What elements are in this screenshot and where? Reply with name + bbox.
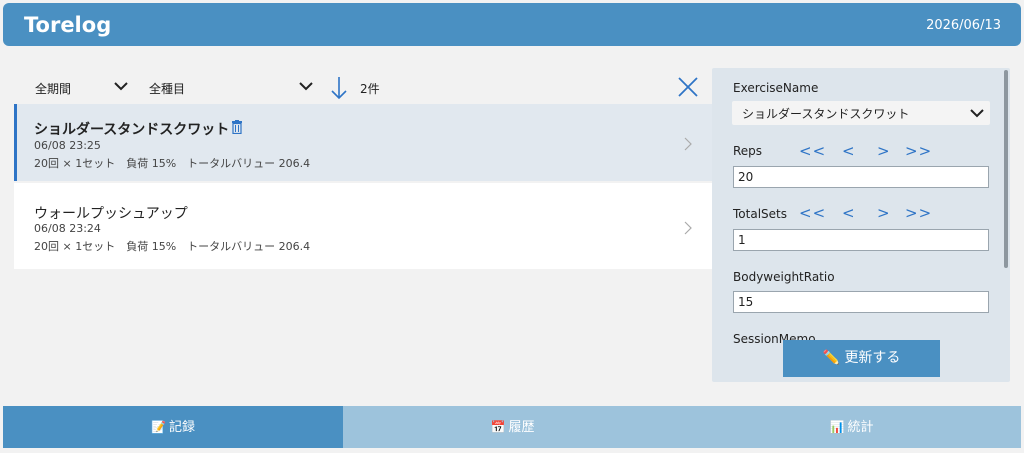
edit-panel: ExerciseName ショルダースタンドスクワット Reps << < > … bbox=[712, 68, 1010, 382]
app-header: Torelog 2026/06/13 bbox=[3, 3, 1021, 46]
record-detail: 20回 × 1セット 負荷 15% トータルバリュー 206.4 bbox=[34, 240, 311, 253]
pencil-icon: ✏️ bbox=[822, 350, 840, 366]
bar-chart-icon: 📊 bbox=[829, 420, 845, 434]
chevron-down-icon bbox=[970, 109, 984, 118]
bodyweight-ratio-input[interactable]: 15 bbox=[733, 291, 989, 313]
reps-decrease-big-button[interactable]: << bbox=[799, 142, 826, 160]
close-icon[interactable] bbox=[677, 76, 699, 98]
period-filter[interactable]: 全期間 bbox=[35, 80, 71, 97]
result-count: 2件 bbox=[360, 82, 380, 96]
sets-increase-button[interactable]: > bbox=[877, 204, 891, 222]
record-detail: 20回 × 1セット 負荷 15% トータルバリュー 206.4 bbox=[34, 157, 311, 170]
total-sets-input[interactable]: 1 bbox=[733, 229, 989, 251]
trash-icon[interactable] bbox=[231, 120, 243, 134]
update-button[interactable]: ✏️ 更新する bbox=[783, 340, 940, 377]
reps-decrease-button[interactable]: < bbox=[842, 142, 856, 160]
chevron-right-icon bbox=[684, 221, 692, 235]
panel-scrollbar[interactable] bbox=[1004, 70, 1008, 268]
chevron-down-icon[interactable] bbox=[298, 80, 314, 92]
sets-increase-big-button[interactable]: >> bbox=[905, 204, 932, 222]
bodyweight-ratio-label: BodyweightRatio bbox=[733, 270, 835, 284]
tab-stats[interactable]: 📊 統計 bbox=[682, 406, 1021, 448]
tab-record-label: 記録 bbox=[168, 420, 195, 435]
chevron-down-icon[interactable] bbox=[113, 80, 129, 92]
chevron-right-icon bbox=[684, 137, 692, 151]
header-date: 2026/06/13 bbox=[926, 18, 1001, 33]
reps-label: Reps bbox=[733, 144, 763, 158]
exercise-select-value: ショルダースタンドスクワット bbox=[742, 107, 910, 121]
memo-icon: 📝 bbox=[151, 420, 166, 434]
reps-input[interactable]: 20 bbox=[733, 166, 989, 188]
list-item[interactable]: ウォールプッシュアップ 06/08 23:24 20回 × 1セット 負荷 15… bbox=[14, 183, 712, 269]
sets-decrease-big-button[interactable]: << bbox=[799, 204, 826, 222]
reps-increase-button[interactable]: > bbox=[877, 142, 891, 160]
exercise-name: ショルダースタンドスクワット bbox=[34, 122, 230, 138]
tab-record[interactable]: 📝 記録 bbox=[3, 406, 343, 448]
record-time: 06/08 23:24 bbox=[34, 222, 101, 235]
app-title: Torelog bbox=[24, 13, 112, 37]
sort-down-arrow-icon[interactable] bbox=[330, 76, 348, 100]
category-filter[interactable]: 全種目 bbox=[149, 80, 185, 97]
bottom-tab-bar: 📝 記録 📅 履歴 📊 統計 bbox=[3, 406, 1021, 448]
tab-stats-label: 統計 bbox=[847, 420, 874, 435]
total-sets-label: TotalSets bbox=[733, 207, 787, 221]
tab-history[interactable]: 📅 履歴 bbox=[343, 406, 682, 448]
exercise-name: ウォールプッシュアップ bbox=[34, 206, 188, 222]
exercise-select[interactable]: ショルダースタンドスクワット bbox=[732, 101, 990, 125]
exercise-name-label: ExerciseName bbox=[733, 81, 819, 95]
update-button-label: 更新する bbox=[844, 350, 901, 366]
sets-decrease-button[interactable]: < bbox=[842, 204, 856, 222]
record-time: 06/08 23:25 bbox=[34, 139, 101, 152]
reps-increase-big-button[interactable]: >> bbox=[905, 142, 932, 160]
calendar-icon: 📅 bbox=[490, 420, 506, 434]
list-item[interactable]: ショルダースタンドスクワット 06/08 23:25 20回 × 1セット 負荷… bbox=[14, 104, 712, 181]
tab-history-label: 履歴 bbox=[508, 420, 535, 435]
